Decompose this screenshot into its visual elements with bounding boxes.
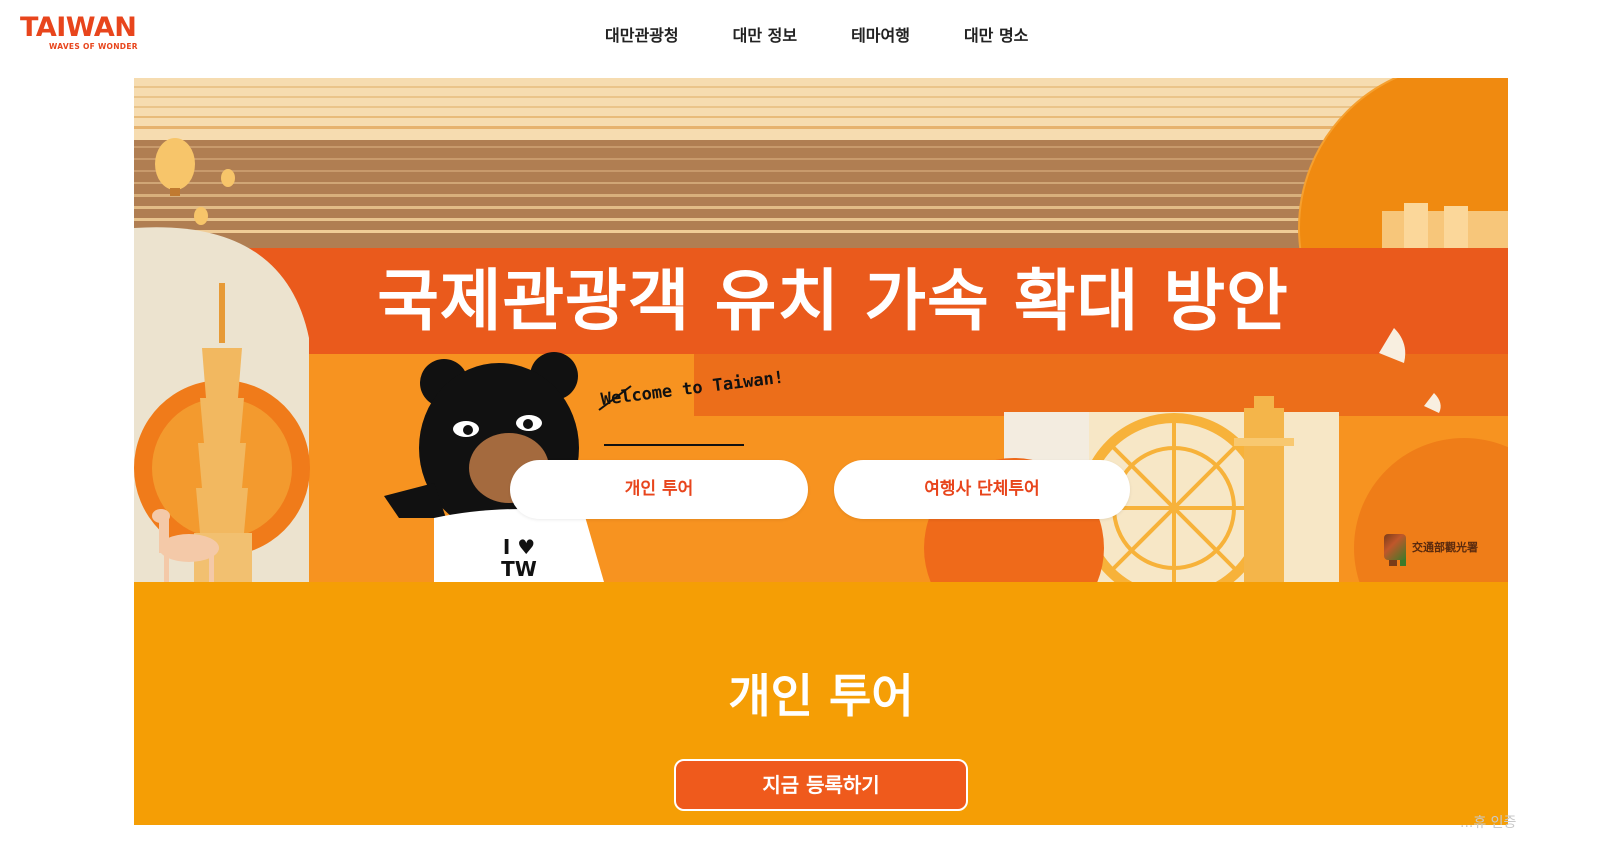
nav-item-attractions[interactable]: 대만 명소 — [942, 18, 1050, 48]
logo-tagline: WAVES OF WONDER — [49, 42, 138, 51]
section-title: 개인 투어 — [728, 669, 914, 723]
site-header: TAIWAN WAVES OF WONDER 대만관광청 대만 정보 테마여행 … — [0, 0, 1598, 78]
shirt-print: I ♥ TW — [501, 535, 537, 581]
agency-logo-text: 交通部觀光署 — [1412, 541, 1478, 554]
register-now-button[interactable]: 지금 등록하기 — [674, 759, 968, 811]
hero-headline: 국제관광객 유치 가속 확대 방안 — [377, 262, 1289, 340]
corner-watermark-text: ...휴 인증 — [1460, 815, 1517, 831]
agency-group-tour-button[interactable]: 여행사 단체투어 — [834, 460, 1130, 519]
individual-tour-section: 개인 투어 지금 등록하기 — [134, 582, 1508, 825]
tourism-emblem-icon — [1384, 534, 1406, 560]
nav-item-taiwan-info[interactable]: 대만 정보 — [711, 18, 819, 48]
tourism-administration-logo: 交通部觀光署 — [1384, 534, 1478, 560]
taiwan-logo[interactable]: TAIWAN WAVES OF WONDER — [20, 14, 165, 56]
logo-wordmark: TAIWAN — [20, 12, 137, 43]
main-nav: 대만관광청 대만 정보 테마여행 대만 명소 — [583, 18, 1060, 48]
nav-item-tourism-bureau[interactable]: 대만관광청 — [583, 18, 701, 48]
hero-banner: 국제관광객 유치 가속 확대 방안 Welcome to Taiwan! I ♥… — [134, 78, 1508, 582]
nav-item-theme-travel[interactable]: 테마여행 — [829, 18, 932, 48]
individual-tour-button[interactable]: 개인 투어 — [510, 460, 808, 519]
